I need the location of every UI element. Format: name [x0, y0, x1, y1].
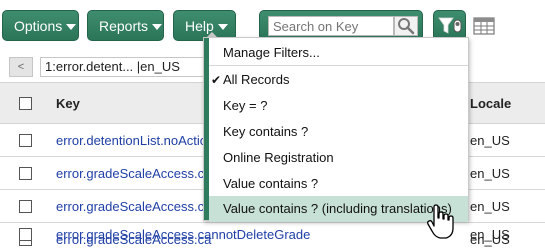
menu-item-label: Value contains ? (including translations… — [223, 201, 452, 216]
hand-cursor-icon — [427, 204, 454, 239]
menu-item-online-registration[interactable]: Online Registration — [209, 145, 468, 171]
record-key-link[interactable]: error.detentionList.noAction — [56, 133, 214, 148]
table-row: error.gradeScaleAccess.cannotDeleteGrade… — [0, 222, 545, 250]
select-all-checkbox[interactable] — [19, 97, 32, 110]
options-label: Options — [14, 18, 63, 34]
row-checkbox[interactable] — [19, 228, 32, 241]
record-locale: en_US — [470, 133, 510, 148]
grid-view-button[interactable] — [470, 14, 498, 38]
row-checkbox[interactable] — [19, 167, 32, 180]
search-input[interactable] — [268, 16, 394, 36]
key-column-header[interactable]: Key — [56, 96, 80, 111]
filter-icon — [438, 17, 462, 34]
row-checkbox[interactable] — [19, 200, 32, 213]
current-record-field[interactable]: 1:error.detent... |en_US — [40, 57, 210, 77]
search-button[interactable] — [394, 16, 418, 36]
menu-item-label: Online Registration — [223, 150, 334, 165]
menu-item-label: Value contains ? — [223, 176, 319, 191]
chevron-down-icon — [152, 24, 163, 31]
record-locale: en_US — [470, 199, 510, 214]
menu-item-value-contains[interactable]: Value contains ? — [209, 171, 468, 197]
menu-item-key-contains[interactable]: Key contains ? — [209, 119, 468, 145]
menu-item-key-equals[interactable]: Key = ? — [209, 93, 468, 119]
menu-item-manage-filters[interactable]: Manage Filters... — [209, 40, 468, 66]
record-locale: en_US — [470, 166, 510, 181]
menu-item-label: Key contains ? — [223, 124, 309, 139]
reports-label: Reports — [99, 18, 149, 34]
record-locale: en_US — [470, 227, 510, 242]
filter-dropdown-menu: Manage Filters... ✔ All Records Key = ? … — [203, 37, 469, 222]
grid-icon — [473, 17, 495, 35]
chevron-down-icon — [217, 24, 228, 31]
menu-item-label: Manage Filters... — [223, 45, 320, 60]
row-checkbox[interactable] — [19, 134, 32, 147]
record-key-link[interactable]: error.gradeScaleAccess.cannotDeleteGrade — [56, 227, 310, 242]
menu-item-label: Key = ? — [223, 98, 268, 113]
search-icon — [398, 18, 415, 35]
checkmark-icon: ✔ — [211, 73, 222, 87]
options-menu-button[interactable]: Options — [2, 10, 79, 41]
chevron-down-icon — [66, 24, 77, 31]
previous-record-button[interactable]: < — [9, 57, 33, 77]
menu-item-label: All Records — [223, 72, 290, 87]
menu-item-all-records[interactable]: ✔ All Records — [209, 67, 468, 93]
record-key-link[interactable]: error.gradeScaleAccess.ca — [56, 199, 211, 214]
reports-menu-button[interactable]: Reports — [87, 10, 164, 41]
locale-column-header[interactable]: Locale — [470, 96, 511, 111]
record-key-link[interactable]: error.gradeScaleAccess.ca — [56, 166, 211, 181]
